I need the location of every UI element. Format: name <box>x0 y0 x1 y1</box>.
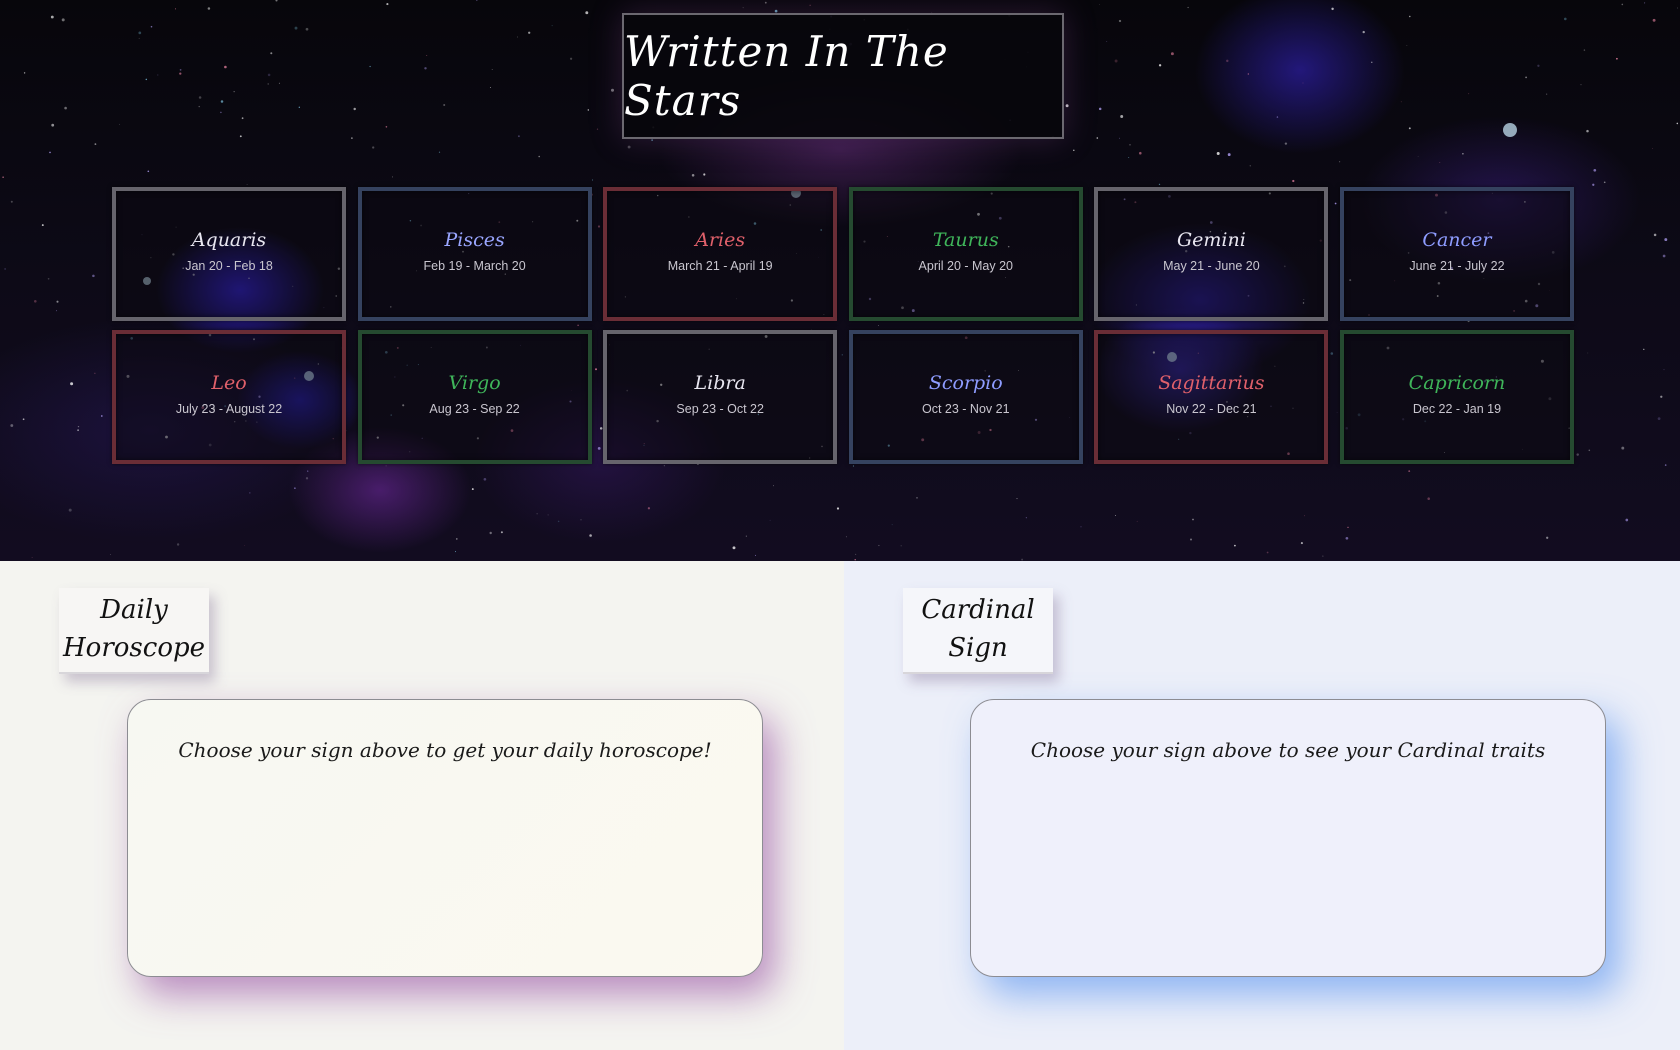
sign-dates: Aug 23 - Sep 22 <box>429 402 520 416</box>
sign-dates: Nov 22 - Dec 21 <box>1166 402 1257 416</box>
sign-card-aquaris[interactable]: Aquaris Jan 20 - Feb 18 <box>112 187 346 321</box>
sign-name: Leo <box>211 372 247 394</box>
sign-name: Aquaris <box>191 229 267 251</box>
sign-card-gemini[interactable]: Gemini May 21 - June 20 <box>1094 187 1329 321</box>
sign-name: Pisces <box>444 229 505 251</box>
daily-horoscope-message: Choose your sign above to get your daily… <box>178 738 712 762</box>
sign-name: Sagittarius <box>1158 372 1265 394</box>
sign-card-capricorn[interactable]: Capricorn Dec 22 - Jan 19 <box>1339 330 1574 464</box>
sign-card-leo[interactable]: Leo July 23 - August 22 <box>112 330 346 464</box>
sign-name: Capricorn <box>1408 372 1506 394</box>
cardinal-sign-heading-line1: Cardinal <box>921 595 1035 626</box>
sign-card-scorpio[interactable]: Scorpio Oct 23 - Nov 21 <box>848 330 1083 464</box>
sign-name: Libra <box>694 372 746 394</box>
sign-name: Cancer <box>1422 229 1492 251</box>
cardinal-sign-panel: Cardinal Sign Choose your sign above to … <box>844 561 1680 1050</box>
sign-card-aries[interactable]: Aries March 21 - April 19 <box>603 187 838 321</box>
sign-card-pisces[interactable]: Pisces Feb 19 - March 20 <box>357 187 592 321</box>
daily-horoscope-heading-line1: Daily <box>100 595 168 626</box>
sign-dates: April 20 - May 20 <box>918 259 1014 273</box>
site-title: Written In The Stars <box>624 27 949 125</box>
daily-horoscope-box: Choose your sign above to get your daily… <box>127 699 763 977</box>
cardinal-sign-heading: Cardinal Sign <box>903 588 1053 674</box>
sign-name: Taurus <box>932 229 999 251</box>
starfield-header: Written In The Stars Aquaris Jan 20 - Feb… <box>0 0 1680 561</box>
zodiac-sign-grid: Aquaris Jan 20 - Feb 18 Pisces Feb 19 - Mar… <box>112 187 1574 464</box>
sign-dates: July 23 - August 22 <box>175 402 283 416</box>
cardinal-sign-box: Choose your sign above to see your Cardi… <box>970 699 1606 977</box>
cardinal-sign-heading-line2: Sign <box>948 633 1008 663</box>
sign-dates: Oct 23 - Nov 21 <box>922 402 1010 416</box>
daily-horoscope-heading-line2: Horoscope <box>63 633 205 663</box>
sign-card-sagittarius[interactable]: Sagittarius Nov 22 - Dec 21 <box>1094 330 1329 464</box>
cardinal-sign-message: Choose your sign above to see your Cardi… <box>1030 738 1546 762</box>
sign-dates: Sep 23 - Oct 22 <box>676 402 764 416</box>
sign-card-taurus[interactable]: Taurus April 20 - May 20 <box>848 187 1083 321</box>
sign-card-cancer[interactable]: Cancer June 21 - July 22 <box>1339 187 1574 321</box>
sign-name: Gemini <box>1176 229 1246 251</box>
site-title-box: Written In The Stars <box>622 13 1064 139</box>
sign-dates: March 21 - April 19 <box>667 259 773 273</box>
sign-name: Aries <box>695 229 746 251</box>
sign-dates: June 21 - July 22 <box>1409 259 1505 273</box>
sign-dates: May 21 - June 20 <box>1163 259 1260 273</box>
sign-dates: Jan 20 - Feb 18 <box>185 259 273 273</box>
sign-name: Scorpio <box>928 372 1003 394</box>
daily-horoscope-heading: Daily Horoscope <box>59 588 209 674</box>
sign-dates: Feb 19 - March 20 <box>423 259 526 273</box>
sign-name: Virgo <box>448 372 501 394</box>
sign-card-virgo[interactable]: Virgo Aug 23 - Sep 22 <box>357 330 592 464</box>
daily-horoscope-panel: Daily Horoscope Choose your sign above t… <box>0 561 844 1050</box>
sign-dates: Dec 22 - Jan 19 <box>1412 402 1502 416</box>
sign-card-libra[interactable]: Libra Sep 23 - Oct 22 <box>603 330 838 464</box>
